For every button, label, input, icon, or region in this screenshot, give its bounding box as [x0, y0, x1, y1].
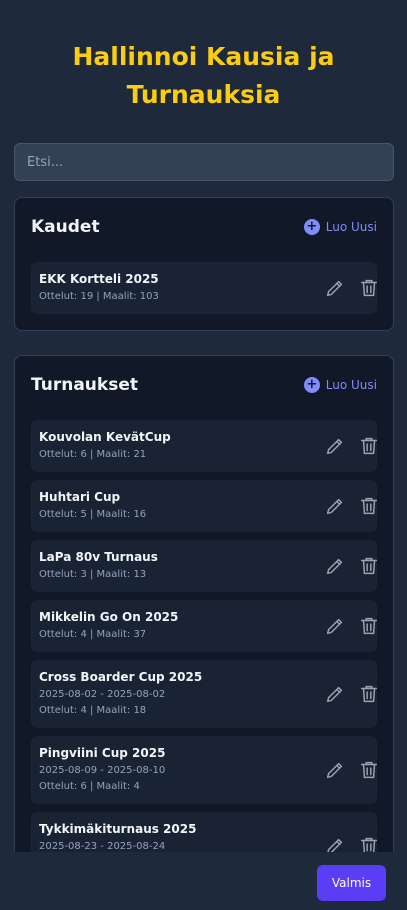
tournaments-title: Turnaukset — [31, 375, 138, 395]
tournament-name: Kouvolan KevätCup — [39, 430, 171, 444]
delete-trash-icon[interactable] — [358, 277, 380, 299]
season-item: EKK Kortteli 2025 Ottelut: 19 | Maalit: … — [31, 262, 380, 314]
edit-pencil-icon[interactable] — [324, 435, 346, 457]
edit-pencil-icon[interactable] — [324, 615, 346, 637]
create-season-button[interactable]: + Luo Uusi — [303, 219, 377, 235]
edit-pencil-icon[interactable] — [324, 495, 346, 517]
page-title: Hallinnoi Kausia ja Turnauksia — [0, 38, 407, 114]
tournament-dates: 2025-08-09 - 2025-08-10 — [39, 765, 166, 776]
tournament-dates: 2025-08-23 - 2025-08-24 — [39, 841, 166, 852]
edit-pencil-icon[interactable] — [324, 277, 346, 299]
create-season-label: Luo Uusi — [325, 220, 377, 234]
tournament-item: Huhtari Cup Ottelut: 5 | Maalit: 16 — [31, 480, 380, 532]
tournament-name: Cross Boarder Cup 2025 — [39, 670, 203, 684]
edit-pencil-icon[interactable] — [324, 683, 346, 705]
delete-trash-icon[interactable] — [358, 435, 380, 457]
tournament-name: LaPa 80v Turnaus — [39, 550, 158, 564]
tournament-item: Pingviini Cup 2025 2025-08-09 - 2025-08-… — [31, 736, 380, 804]
season-name: EKK Kortteli 2025 — [39, 272, 159, 286]
tournaments-section: Turnaukset + Luo Uusi Kouvolan KevätCup … — [14, 355, 394, 880]
delete-trash-icon[interactable] — [358, 759, 380, 781]
page-title-line-2: Turnauksia — [126, 80, 281, 109]
tournament-stats: Ottelut: 4 | Maalit: 37 — [39, 629, 147, 640]
tournament-item: Kouvolan KevätCup Ottelut: 6 | Maalit: 2… — [31, 420, 380, 472]
tournament-stats: Ottelut: 5 | Maalit: 16 — [39, 509, 147, 520]
plus-circle-icon: + — [303, 377, 320, 393]
edit-pencil-icon[interactable] — [324, 759, 346, 781]
season-stats: Ottelut: 19 | Maalit: 103 — [39, 291, 159, 302]
tournament-stats: Ottelut: 4 | Maalit: 18 — [39, 705, 147, 716]
tournament-name: Mikkelin Go On 2025 — [39, 610, 179, 624]
tournament-item: Mikkelin Go On 2025 Ottelut: 4 | Maalit:… — [31, 600, 380, 652]
tournament-name: Pingviini Cup 2025 — [39, 746, 166, 760]
seasons-section: Kaudet + Luo Uusi EKK Kortteli 2025 Otte… — [14, 197, 394, 331]
delete-trash-icon[interactable] — [358, 683, 380, 705]
tournament-name: Huhtari Cup — [39, 490, 121, 504]
seasons-header: Kaudet + Luo Uusi — [31, 217, 377, 237]
done-button[interactable]: Valmis — [317, 865, 386, 901]
tournament-item: LaPa 80v Turnaus Ottelut: 3 | Maalit: 13 — [31, 540, 380, 592]
delete-trash-icon[interactable] — [358, 555, 380, 577]
seasons-title: Kaudet — [31, 217, 100, 237]
create-tournament-button[interactable]: + Luo Uusi — [303, 377, 377, 393]
edit-pencil-icon[interactable] — [324, 555, 346, 577]
tournament-stats: Ottelut: 3 | Maalit: 13 — [39, 569, 147, 580]
tournament-stats: Ottelut: 6 | Maalit: 21 — [39, 449, 147, 460]
tournament-item: Cross Boarder Cup 2025 2025-08-02 - 2025… — [31, 660, 380, 728]
plus-circle-icon: + — [303, 219, 320, 235]
page-title-line-1: Hallinnoi Kausia ja — [72, 42, 335, 71]
tournaments-header: Turnaukset + Luo Uusi — [31, 375, 377, 395]
tournament-name: Tykkimäkiturnaus 2025 — [39, 822, 197, 836]
create-tournament-label: Luo Uusi — [325, 378, 377, 392]
delete-trash-icon[interactable] — [358, 495, 380, 517]
search-input[interactable] — [14, 143, 394, 181]
tournament-dates: 2025-08-02 - 2025-08-02 — [39, 689, 166, 700]
delete-trash-icon[interactable] — [358, 615, 380, 637]
tournament-stats: Ottelut: 6 | Maalit: 4 — [39, 781, 140, 792]
